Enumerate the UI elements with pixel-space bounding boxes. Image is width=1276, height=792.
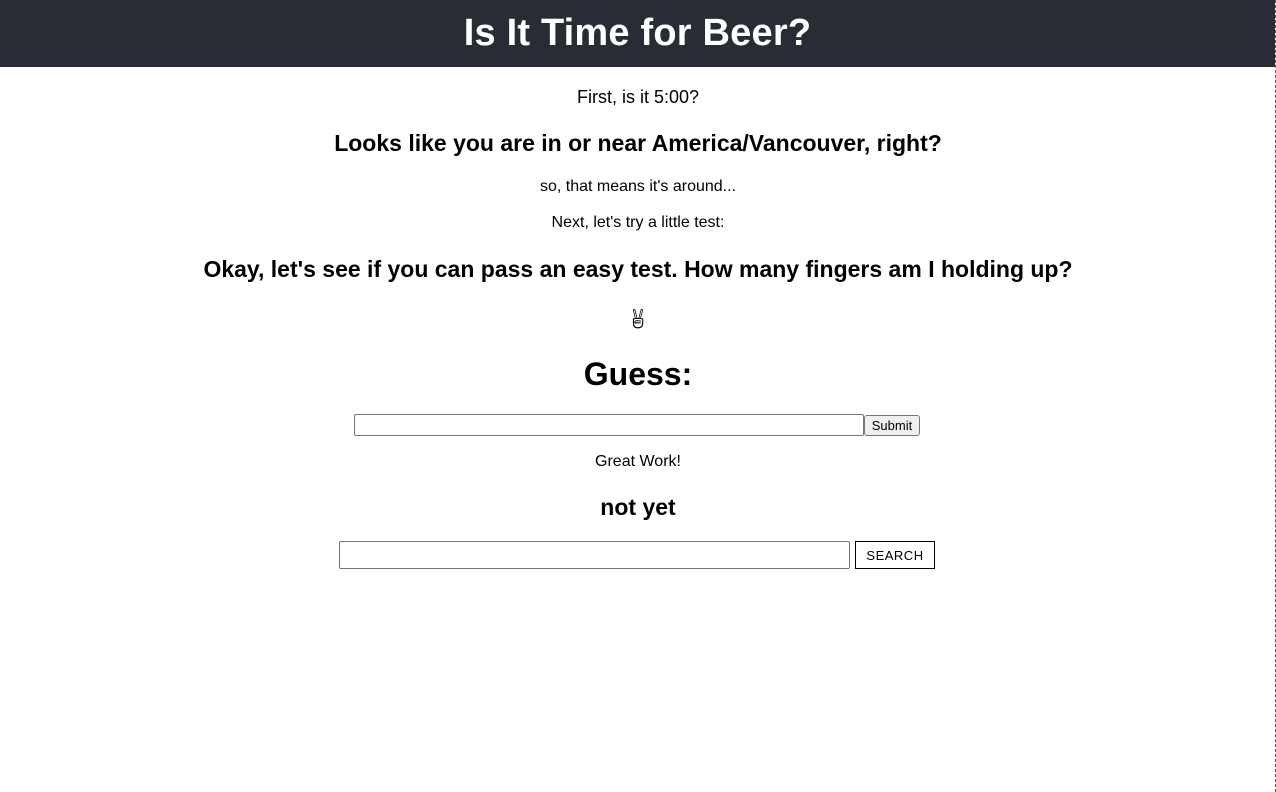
- next-test-text: Next, let's try a little test:: [551, 214, 725, 231]
- submit-button[interactable]: Submit: [864, 414, 920, 436]
- search-input[interactable]: [339, 541, 850, 569]
- time-text: so, that means it's around...: [539, 178, 737, 195]
- victory-hand-icon: [630, 307, 646, 329]
- hand-display: [0, 306, 1276, 330]
- guess-heading: Guess:: [583, 356, 693, 392]
- app-header: Is It Time for Beer?: [0, 0, 1275, 67]
- result-heading: not yet: [600, 494, 676, 520]
- page-title: Is It Time for Beer?: [463, 12, 812, 54]
- feedback-text: Great Work!: [595, 453, 681, 470]
- test-heading: Okay, let's see if you can pass an easy …: [203, 256, 1073, 282]
- search-button[interactable]: SEARCH: [855, 541, 935, 569]
- location-heading: Looks like you are in or near America/Va…: [334, 130, 942, 156]
- guess-form: Submit: [354, 414, 920, 436]
- page: Is It Time for Beer? First, is it 5:00? …: [0, 0, 1276, 792]
- guess-input[interactable]: [354, 414, 864, 436]
- intro-question: First, is it 5:00?: [576, 87, 700, 107]
- search-form: SEARCH: [339, 541, 935, 569]
